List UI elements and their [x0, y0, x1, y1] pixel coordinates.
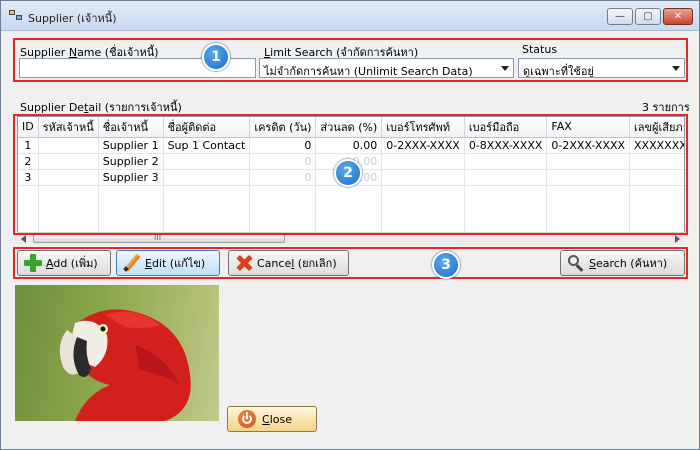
title-bar[interactable]: Supplier (เจ้าหนี้) — ▢ ✕ — [1, 1, 699, 31]
window-title: Supplier (เจ้าหนี้) — [28, 12, 117, 25]
cancel-button-label: Cancel (ยกเลิก) — [257, 257, 337, 270]
status-value: ดูเฉพาะที่ใช้อยู่ — [523, 65, 594, 78]
scroll-thumb[interactable]: III — [33, 233, 285, 243]
edit-button-label: Edit (แก้ไข) — [145, 257, 206, 270]
close-window-button[interactable]: ✕ — [663, 8, 693, 25]
parrot-image — [59, 309, 191, 421]
scroll-right-icon[interactable] — [675, 235, 680, 243]
limit-search-select[interactable]: ไม่จำกัดการค้นหา (Unlimit Search Data) — [259, 58, 514, 78]
cancel-x-icon — [235, 254, 253, 272]
maximize-icon: ▢ — [643, 11, 653, 22]
minimize-button[interactable]: — — [607, 8, 633, 25]
cancel-button[interactable]: Cancel (ยกเลิก) — [228, 250, 349, 276]
badge-2: 2 — [334, 159, 362, 187]
search-button[interactable]: Search (ค้นหา) — [560, 250, 685, 276]
app-icon — [9, 10, 23, 22]
magnifier-icon — [567, 254, 585, 272]
chevron-down-icon — [501, 66, 509, 71]
edit-button[interactable]: Edit (แก้ไข) — [116, 250, 220, 276]
plus-icon — [24, 254, 42, 272]
maximize-button[interactable]: ▢ — [635, 8, 661, 25]
badge-3: 3 — [432, 251, 460, 279]
badge-1: 1 — [202, 43, 230, 71]
add-button[interactable]: Add (เพิ่ม) — [17, 250, 111, 276]
close-button-label: Close — [262, 412, 292, 426]
scroll-left-icon[interactable] — [21, 235, 26, 243]
status-label: Status — [522, 43, 558, 56]
power-icon — [238, 410, 256, 428]
supplier-window: Supplier (เจ้าหนี้) — ▢ ✕ Supplier Name … — [0, 0, 700, 450]
limit-search-value: ไม่จำกัดการค้นหา (Unlimit Search Data) — [264, 65, 473, 78]
minimize-icon: — — [615, 11, 625, 22]
close-button[interactable]: Close — [227, 406, 317, 432]
close-icon: ✕ — [673, 11, 683, 22]
search-button-label: Search (ค้นหา) — [589, 257, 668, 270]
supplier-photo — [15, 285, 219, 421]
status-select[interactable]: ดูเฉพาะที่ใช้อยู่ — [518, 58, 685, 78]
chevron-down-icon — [672, 66, 680, 71]
pencil-icon — [123, 253, 141, 272]
add-button-label: Add (เพิ่ม) — [46, 257, 98, 270]
